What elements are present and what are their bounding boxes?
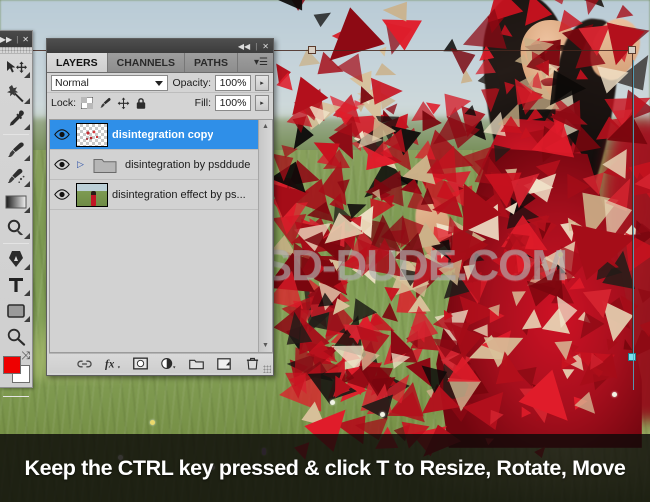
dodge-tool[interactable]: [0, 215, 32, 241]
layer-thumbnail[interactable]: [76, 122, 108, 147]
delete-layer-icon[interactable]: [245, 356, 260, 371]
shape-tool[interactable]: [0, 298, 32, 324]
lock-image-pixels-icon[interactable]: [98, 96, 112, 110]
foreground-color-swatch[interactable]: [3, 356, 21, 374]
layer-row-disintegration-copy[interactable]: disintegration copy: [50, 120, 272, 150]
chevron-down-icon: [155, 80, 164, 86]
clone-stamp-tool[interactable]: [0, 163, 32, 189]
tab-layers[interactable]: LAYERS: [47, 53, 108, 72]
new-layer-icon[interactable]: [217, 356, 232, 371]
group-disclosure-icon[interactable]: ▷: [76, 159, 85, 170]
layer-visibility-icon[interactable]: [52, 129, 72, 140]
type-tool[interactable]: [0, 272, 32, 298]
scroll-down-icon[interactable]: ▼: [259, 339, 273, 352]
layer-style-fx-icon[interactable]: fx: [105, 356, 120, 371]
layers-panel: ◀◀ | ✕ LAYERS CHANNELS PATHS ▾☰ Normal O…: [46, 38, 274, 376]
layer-mask-icon[interactable]: [132, 356, 148, 371]
blend-mode-row: Normal Opacity: 100% ▸: [47, 73, 273, 93]
layer-name[interactable]: disintegration effect by ps...: [112, 189, 246, 201]
tab-paths[interactable]: PATHS: [185, 53, 239, 72]
layers-panel-footer: fx: [49, 353, 273, 373]
new-group-icon[interactable]: [188, 356, 204, 371]
layer-thumbnail[interactable]: [76, 182, 108, 207]
pen-tool[interactable]: [0, 246, 32, 272]
fill-stepper[interactable]: ▸: [255, 95, 269, 111]
magic-wand-tool[interactable]: [0, 80, 32, 106]
opacity-input[interactable]: 100%: [215, 74, 251, 91]
lock-label: Lock:: [51, 97, 77, 109]
tools-panel-titlebar: ▶▶ | ✕: [0, 31, 32, 47]
lock-transparent-pixels-icon[interactable]: [80, 96, 94, 110]
scroll-up-icon[interactable]: ▲: [259, 120, 273, 133]
layers-list: disintegration copy ▷ disintegration by …: [49, 119, 273, 353]
layers-titlebar-divider: |: [255, 41, 258, 51]
lock-all-icon[interactable]: [134, 96, 148, 110]
tools-divider-2: [3, 243, 29, 244]
layer-visibility-icon[interactable]: [52, 189, 72, 200]
tools-panel-grip[interactable]: [0, 47, 32, 54]
tools-expand-icon[interactable]: ▶▶: [0, 35, 12, 44]
blend-mode-select[interactable]: Normal: [51, 74, 169, 91]
link-layers-icon[interactable]: [76, 356, 92, 371]
fill-label: Fill:: [194, 97, 211, 109]
folder-icon[interactable]: [89, 153, 121, 177]
brush-tool[interactable]: [0, 137, 32, 163]
layer-name[interactable]: disintegration copy: [112, 129, 213, 141]
layer-name[interactable]: disintegration by psddude: [125, 159, 250, 171]
transform-guide-vertical: [633, 60, 634, 390]
tools-panel: ▶▶ | ✕ ⤨: [0, 30, 33, 397]
layer-row-disintegration-by-psddude[interactable]: ▷ disintegration by psddude: [50, 150, 272, 180]
layers-panel-resize-grip[interactable]: [263, 365, 271, 373]
adjustment-layer-icon[interactable]: [160, 356, 176, 371]
color-swatches: ⤨: [0, 350, 32, 394]
swap-colors-icon[interactable]: ⤨: [21, 350, 30, 363]
layer-visibility-icon[interactable]: [52, 159, 72, 170]
opacity-stepper[interactable]: ▸: [255, 74, 269, 91]
lock-position-icon[interactable]: [116, 96, 130, 110]
blend-mode-value: Normal: [55, 76, 89, 89]
gradient-tool[interactable]: [0, 189, 32, 215]
move-tool[interactable]: [0, 54, 32, 80]
tools-titlebar-divider: |: [16, 34, 19, 44]
svg-text:fx: fx: [105, 359, 115, 370]
layer-row-disintegration-effect[interactable]: disintegration effect by ps...: [50, 180, 272, 210]
layers-panel-titlebar: ◀◀ | ✕: [47, 39, 273, 53]
eyedropper-tool[interactable]: [0, 106, 32, 132]
layers-panel-tabs: LAYERS CHANNELS PATHS ▾☰: [47, 53, 273, 73]
tools-divider-3: [3, 396, 29, 397]
tools-divider-1: [3, 134, 29, 135]
tools-close-icon[interactable]: ✕: [22, 35, 29, 44]
layers-collapse-icon[interactable]: ◀◀: [238, 42, 250, 51]
caption-text: Keep the CTRL key pressed & click T to R…: [24, 455, 626, 480]
layers-scrollbar[interactable]: ▲ ▼: [258, 120, 272, 352]
layers-close-icon[interactable]: ✕: [262, 42, 269, 51]
tab-channels[interactable]: CHANNELS: [108, 53, 185, 72]
zoom-tool[interactable]: [0, 324, 32, 350]
fill-input[interactable]: 100%: [215, 95, 251, 111]
caption-bar: Keep the CTRL key pressed & click T to R…: [0, 434, 650, 502]
opacity-label: Opacity:: [172, 76, 211, 89]
lock-row: Lock: Fill: 100% ▸: [47, 93, 273, 113]
panel-menu-icon[interactable]: ▾☰: [249, 53, 273, 72]
